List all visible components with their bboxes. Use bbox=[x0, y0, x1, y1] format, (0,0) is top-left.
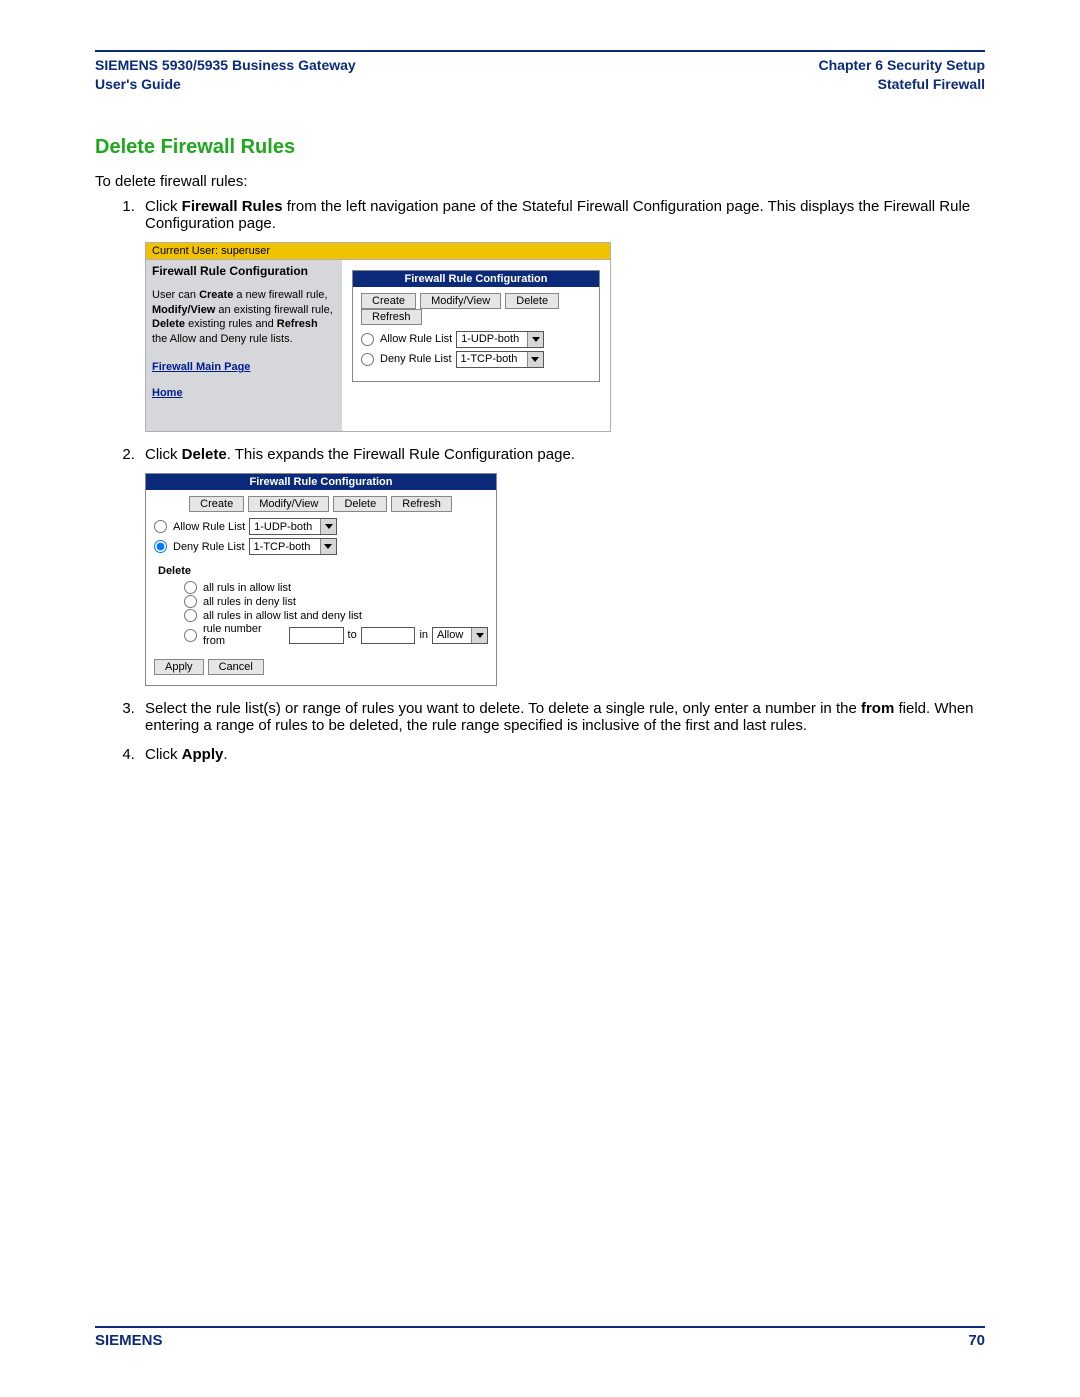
panel-firewall-config-1: Firewall Rule Configuration Create Modif… bbox=[352, 270, 600, 382]
step-4-text-c: . bbox=[223, 746, 227, 763]
from-input[interactable] bbox=[289, 627, 344, 644]
refresh-button[interactable]: Refresh bbox=[361, 309, 422, 325]
delete-opt-allow-label: all ruls in allow list bbox=[203, 582, 291, 594]
allow-list-label-1: Allow Rule List bbox=[380, 333, 452, 345]
apply-button[interactable]: Apply bbox=[154, 659, 204, 675]
screenshot-1: Current User: superuser Firewall Rule Co… bbox=[145, 242, 611, 432]
step-3: Select the rule list(s) or range of rule… bbox=[139, 700, 985, 734]
allow-list-radio-2[interactable] bbox=[154, 520, 167, 533]
range-to-label: to bbox=[348, 629, 357, 641]
modify-view-button[interactable]: Modify/View bbox=[420, 293, 501, 309]
refresh-button-2[interactable]: Refresh bbox=[391, 496, 452, 512]
delete-subheading: Delete bbox=[158, 565, 488, 577]
sidebar-desc: User can Create a new firewall rule, Mod… bbox=[152, 288, 336, 347]
delete-opt-range[interactable] bbox=[184, 629, 197, 642]
step-1-bold: Firewall Rules bbox=[182, 198, 283, 215]
create-button[interactable]: Create bbox=[361, 293, 416, 309]
deny-list-label-2: Deny Rule List bbox=[173, 541, 245, 553]
chevron-down-icon bbox=[471, 628, 487, 643]
deny-list-label-1: Deny Rule List bbox=[380, 353, 452, 365]
allow-list-radio-1[interactable] bbox=[361, 333, 374, 346]
footer-page-number: 70 bbox=[968, 1332, 985, 1349]
sidebar-title: Firewall Rule Configuration bbox=[152, 264, 336, 278]
header-subsection: Stateful Firewall bbox=[819, 75, 986, 94]
allow-list-select-2[interactable]: 1-UDP-both bbox=[249, 518, 337, 535]
deny-list-select-1[interactable]: 1-TCP-both bbox=[456, 351, 544, 368]
step-3-bold: from bbox=[861, 700, 894, 717]
step-4-bold: Apply bbox=[182, 746, 224, 763]
chevron-down-icon bbox=[320, 539, 336, 554]
step-1: Click Firewall Rules from the left navig… bbox=[139, 198, 985, 432]
deny-list-radio-2[interactable] bbox=[154, 540, 167, 553]
delete-opt-both[interactable] bbox=[184, 609, 197, 622]
create-button-2[interactable]: Create bbox=[189, 496, 244, 512]
chevron-down-icon bbox=[320, 519, 336, 534]
step-3-text-a: Select the rule list(s) or range of rule… bbox=[145, 700, 861, 717]
delete-opt-deny-label: all rules in deny list bbox=[203, 596, 296, 608]
cancel-button[interactable]: Cancel bbox=[208, 659, 264, 675]
deny-list-radio-1[interactable] bbox=[361, 353, 374, 366]
delete-opt-allow[interactable] bbox=[184, 581, 197, 594]
sidebar: Firewall Rule Configuration User can Cre… bbox=[146, 260, 342, 431]
step-2-text-a: Click bbox=[145, 446, 182, 463]
chevron-down-icon bbox=[527, 332, 543, 347]
delete-button-2[interactable]: Delete bbox=[333, 496, 387, 512]
delete-opt-both-label: all rules in allow list and deny list bbox=[203, 610, 362, 622]
header-product: SIEMENS 5930/5935 Business Gateway bbox=[95, 56, 356, 75]
footer-rule bbox=[95, 1326, 985, 1328]
panel-title-2: Firewall Rule Configuration bbox=[146, 474, 496, 490]
footer-brand: SIEMENS bbox=[95, 1332, 163, 1349]
chevron-down-icon bbox=[527, 352, 543, 367]
screenshot-2: Firewall Rule Configuration Create Modif… bbox=[145, 473, 497, 686]
deny-list-select-2[interactable]: 1-TCP-both bbox=[249, 538, 337, 555]
header-guide: User's Guide bbox=[95, 75, 356, 94]
range-in-label: in bbox=[419, 629, 428, 641]
current-user-bar: Current User: superuser bbox=[145, 242, 611, 259]
range-list-select[interactable]: Allow bbox=[432, 627, 488, 644]
step-2: Click Delete. This expands the Firewall … bbox=[139, 446, 985, 686]
step-4: Click Apply. bbox=[139, 746, 985, 763]
header-chapter: Chapter 6 Security Setup bbox=[819, 56, 986, 75]
section-title: Delete Firewall Rules bbox=[95, 136, 985, 159]
to-input[interactable] bbox=[361, 627, 416, 644]
page-footer: SIEMENS 70 bbox=[95, 1326, 985, 1349]
allow-list-select-1[interactable]: 1-UDP-both bbox=[456, 331, 544, 348]
delete-opt-deny[interactable] bbox=[184, 595, 197, 608]
intro-text: To delete firewall rules: bbox=[95, 173, 985, 190]
link-firewall-main[interactable]: Firewall Main Page bbox=[152, 361, 336, 373]
link-home[interactable]: Home bbox=[152, 387, 336, 399]
panel-firewall-config-2: Firewall Rule Configuration Create Modif… bbox=[145, 473, 497, 686]
modify-view-button-2[interactable]: Modify/View bbox=[248, 496, 329, 512]
page-header: SIEMENS 5930/5935 Business Gateway User'… bbox=[95, 56, 985, 94]
step-2-text-c: . This expands the Firewall Rule Configu… bbox=[227, 446, 575, 463]
allow-list-label-2: Allow Rule List bbox=[173, 521, 245, 533]
step-1-text-a: Click bbox=[145, 198, 182, 215]
step-4-text-a: Click bbox=[145, 746, 182, 763]
delete-button[interactable]: Delete bbox=[505, 293, 559, 309]
step-2-bold: Delete bbox=[182, 446, 227, 463]
header-rule bbox=[95, 50, 985, 52]
panel-title-1: Firewall Rule Configuration bbox=[353, 271, 599, 287]
delete-opt-range-label: rule number from bbox=[203, 623, 285, 647]
